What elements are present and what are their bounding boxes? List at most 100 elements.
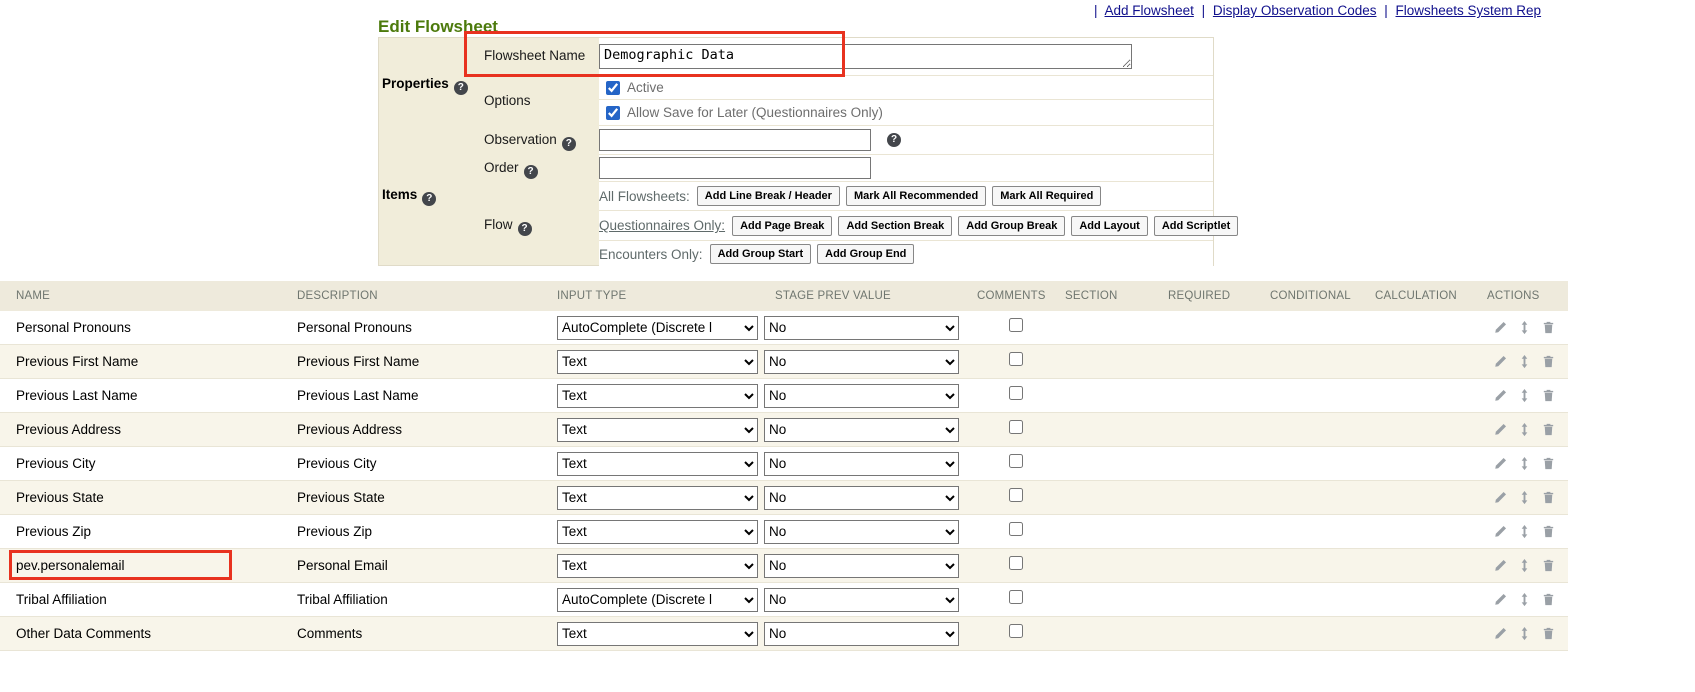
delete-icon[interactable] [1541,490,1556,505]
delete-icon[interactable] [1541,354,1556,369]
comments-checkbox[interactable] [1009,522,1023,536]
help-icon[interactable]: ? [562,137,576,151]
table-row: Previous City Previous City Text No [0,447,1568,481]
nav-link-flowsheets-system-report[interactable]: Flowsheets System Rep [1396,3,1542,18]
edit-icon[interactable] [1493,422,1508,437]
nav-link-add-flowsheet[interactable]: Add Flowsheet [1105,3,1194,18]
move-icon[interactable] [1517,320,1532,335]
delete-icon[interactable] [1541,388,1556,403]
table-row: Previous First Name Previous First Name … [0,345,1568,379]
option-active-row: Active [599,76,1213,100]
help-icon[interactable]: ? [524,165,538,179]
input-type-select[interactable]: Text [557,622,758,646]
delete-icon[interactable] [1541,592,1556,607]
row-description: Personal Pronouns [297,320,557,335]
move-icon[interactable] [1517,388,1532,403]
header-actions: ACTIONS [1487,290,1568,302]
comments-checkbox[interactable] [1009,420,1023,434]
active-checkbox[interactable] [606,81,620,95]
edit-icon[interactable] [1493,388,1508,403]
edit-icon[interactable] [1493,320,1508,335]
stage-prev-value-select[interactable]: No [764,384,959,408]
edit-icon[interactable] [1493,592,1508,607]
delete-icon[interactable] [1541,320,1556,335]
mark-all-recommended-button[interactable]: Mark All Recommended [846,186,986,206]
stage-prev-value-select[interactable]: No [764,520,959,544]
table-header-row: NAME DESCRIPTION INPUT TYPE STAGE PREV V… [0,281,1568,311]
move-icon[interactable] [1517,558,1532,573]
move-icon[interactable] [1517,490,1532,505]
add-group-break-button[interactable]: Add Group Break [958,216,1065,236]
edit-icon[interactable] [1493,490,1508,505]
edit-icon[interactable] [1493,456,1508,471]
input-type-select[interactable]: Text [557,452,758,476]
comments-checkbox[interactable] [1009,352,1023,366]
stage-prev-value-select[interactable]: No [764,316,959,340]
delete-icon[interactable] [1541,524,1556,539]
add-group-start-button[interactable]: Add Group Start [710,244,812,264]
comments-checkbox[interactable] [1009,590,1023,604]
table-row: Other Data Comments Comments Text No [0,617,1568,651]
header-calculation: CALCULATION [1375,290,1487,302]
edit-icon[interactable] [1493,524,1508,539]
input-type-select[interactable]: Text [557,384,758,408]
nav-separator: | [1090,3,1102,18]
flow-all-flowsheets-row: All Flowsheets: Add Line Break / Header … [599,182,1213,211]
input-type-select[interactable]: AutoComplete (Discrete l [557,588,758,612]
move-icon[interactable] [1517,456,1532,471]
comments-checkbox[interactable] [1009,318,1023,332]
comments-checkbox[interactable] [1009,556,1023,570]
stage-prev-value-select[interactable]: No [764,350,959,374]
stage-prev-value-select[interactable]: No [764,418,959,442]
delete-icon[interactable] [1541,558,1556,573]
add-page-break-button[interactable]: Add Page Break [732,216,832,236]
add-scriptlet-button[interactable]: Add Scriptlet [1154,216,1238,236]
order-input[interactable] [599,157,871,179]
stage-prev-value-select[interactable]: No [764,486,959,510]
table-row: Personal Pronouns Personal Pronouns Auto… [0,311,1568,345]
comments-checkbox[interactable] [1009,488,1023,502]
input-type-select[interactable]: AutoComplete (Discrete l [557,316,758,340]
input-type-select[interactable]: Text [557,350,758,374]
edit-icon[interactable] [1493,626,1508,641]
comments-checkbox[interactable] [1009,454,1023,468]
move-icon[interactable] [1517,592,1532,607]
add-layout-button[interactable]: Add Layout [1071,216,1148,236]
help-icon[interactable]: ? [887,133,901,147]
nav-link-display-observation-codes[interactable]: Display Observation Codes [1213,3,1377,18]
comments-checkbox[interactable] [1009,386,1023,400]
input-type-select[interactable]: Text [557,418,758,442]
move-icon[interactable] [1517,354,1532,369]
delete-icon[interactable] [1541,422,1556,437]
help-icon[interactable]: ? [422,192,436,206]
allow-save-checkbox[interactable] [606,106,620,120]
comments-checkbox[interactable] [1009,624,1023,638]
move-icon[interactable] [1517,524,1532,539]
flowsheet-name-input[interactable]: Demographic Data [599,44,1132,69]
delete-icon[interactable] [1541,456,1556,471]
input-type-select[interactable]: Text [557,520,758,544]
help-icon[interactable]: ? [518,222,532,236]
row-name: Previous Zip [0,524,297,539]
stage-prev-value-select[interactable]: No [764,452,959,476]
move-icon[interactable] [1517,422,1532,437]
header-description: DESCRIPTION [297,290,557,302]
observation-input[interactable] [599,129,871,151]
flow-label-text: Flow [484,217,513,232]
stage-prev-value-select[interactable]: No [764,588,959,612]
input-type-select[interactable]: Text [557,554,758,578]
edit-icon[interactable] [1493,354,1508,369]
edit-icon[interactable] [1493,558,1508,573]
input-type-select[interactable]: Text [557,486,758,510]
flow-encounters-row: Encounters Only: Add Group Start Add Gro… [599,241,1213,267]
move-icon[interactable] [1517,626,1532,641]
delete-icon[interactable] [1541,626,1556,641]
add-section-break-button[interactable]: Add Section Break [838,216,952,236]
help-icon[interactable]: ? [454,81,468,95]
row-name: Personal Pronouns [0,320,297,335]
add-group-end-button[interactable]: Add Group End [817,244,914,264]
stage-prev-value-select[interactable]: No [764,554,959,578]
add-line-break-header-button[interactable]: Add Line Break / Header [697,186,840,206]
stage-prev-value-select[interactable]: No [764,622,959,646]
mark-all-required-button[interactable]: Mark All Required [992,186,1101,206]
